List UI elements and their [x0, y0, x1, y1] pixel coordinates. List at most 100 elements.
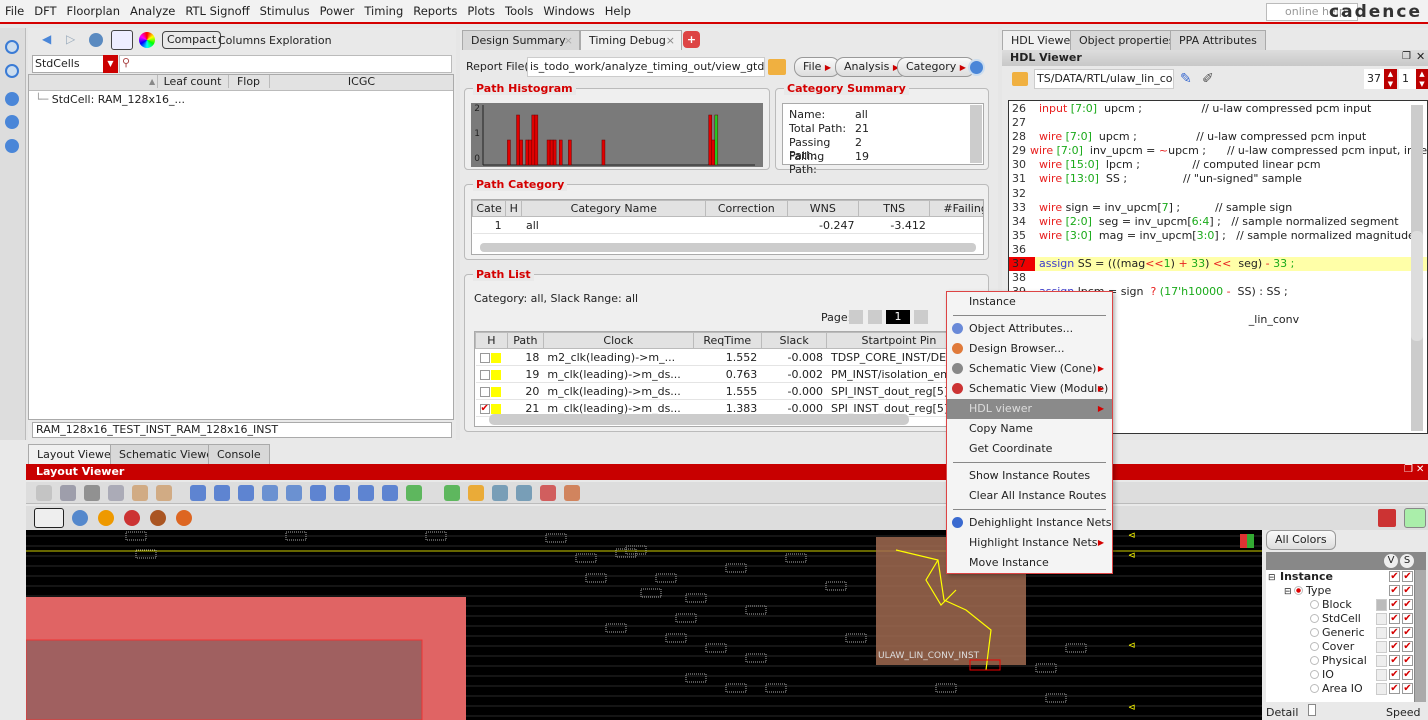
selectable-checkbox[interactable]: ✔ — [1402, 585, 1413, 596]
horizontal-scrollbar[interactable] — [480, 243, 976, 252]
highlight-icon[interactable] — [176, 510, 192, 526]
color-swatch[interactable] — [1376, 641, 1387, 653]
color-swatch[interactable] — [1376, 669, 1387, 681]
legend-item-type[interactable]: ⊟ Type ✔ ✔ — [1266, 584, 1414, 598]
table-row[interactable]: 1 all -0.247 -3.412 — [472, 216, 983, 234]
code-line[interactable]: 36 — [1009, 243, 1427, 257]
export-icon[interactable] — [108, 485, 124, 501]
code-line[interactable]: 33 wire sign = inv_upcm[7] ; // sample si… — [1009, 201, 1427, 215]
visible-checkbox[interactable]: ✔ — [1389, 655, 1400, 666]
highlight-cell[interactable] — [475, 365, 508, 383]
row-checkbox[interactable]: ✔ — [479, 403, 490, 414]
line-number[interactable]: 34 — [1009, 215, 1035, 229]
line-number[interactable]: 27 — [1009, 116, 1035, 130]
menu-reports[interactable]: Reports — [408, 4, 462, 18]
code-line[interactable]: 34 wire [2:0] seg = inv_upcm[6:4] ; // sa… — [1009, 215, 1427, 229]
radio-button[interactable] — [1310, 670, 1319, 679]
code-line[interactable]: 32 — [1009, 187, 1427, 201]
add-icon[interactable] — [5, 139, 19, 153]
code-line[interactable]: 30 wire [15:0] lpcm ; // computed linear … — [1009, 158, 1427, 172]
all-colors-button[interactable]: All Colors — [1266, 530, 1336, 550]
tree-item[interactable]: └─ StdCell: RAM_128x16_... — [35, 93, 185, 106]
selectable-checkbox[interactable]: ✔ — [1402, 599, 1413, 610]
io-pin-icon[interactable]: ⊲ — [1128, 641, 1136, 651]
clear-icon[interactable] — [540, 485, 556, 501]
selectable-checkbox[interactable]: ✔ — [1402, 683, 1413, 694]
histogram-bar[interactable] — [601, 139, 606, 166]
next-page-icon[interactable] — [914, 310, 928, 324]
ruler-icon[interactable] — [492, 485, 508, 501]
context-menu-item-hdl-viewer[interactable]: HDL viewer ▶ — [947, 399, 1112, 419]
report-file-input[interactable]: is_todo_work/analyze_timing_out/view_gtd… — [527, 57, 765, 77]
visible-column-button[interactable]: V — [1384, 554, 1398, 568]
context-menu-item-schematic-view-module[interactable]: Schematic View (Module) ▶ — [947, 379, 1112, 399]
column-header[interactable]: WNS — [786, 200, 859, 217]
radio-button[interactable] — [1310, 656, 1319, 665]
view-mode-icon[interactable] — [111, 30, 133, 50]
context-menu-item-dehighlight-instance-nets[interactable]: Dehighlight Instance Nets — [947, 513, 1112, 533]
code-line[interactable]: 28 wire [7:0] upcm ; // u-law compressed … — [1009, 130, 1427, 144]
column-header[interactable]: #Failing P — [929, 200, 983, 217]
columns-button[interactable]: Columns — [218, 34, 266, 47]
line-number[interactable]: 36 — [1009, 243, 1035, 257]
line-number[interactable]: 30 — [1009, 158, 1035, 172]
menu-timing[interactable]: Timing — [359, 4, 408, 18]
highlight-color-swatch[interactable] — [490, 352, 501, 363]
code-line[interactable]: 26 input [7:0] upcm ; // u-law compressed… — [1009, 102, 1427, 116]
prev-page-icon[interactable] — [868, 310, 882, 324]
context-menu-item-highlight-instance-nets[interactable]: Highlight Instance Nets ▶ — [947, 533, 1112, 553]
new-icon[interactable] — [36, 485, 52, 501]
radio-button[interactable] — [1310, 642, 1319, 651]
selectable-checkbox[interactable]: ✔ — [1402, 641, 1413, 652]
histogram-bar[interactable] — [519, 139, 523, 166]
line-number-input[interactable]: 37 — [1364, 69, 1384, 89]
first-page-icon[interactable] — [849, 310, 863, 324]
layer-split-icon[interactable] — [1404, 508, 1426, 528]
code-line[interactable]: 31 wire [13:0] SS ; // "un-signed" sample — [1009, 172, 1427, 186]
close-icon[interactable]: ✕ — [1416, 50, 1425, 63]
io-pin-icon[interactable]: ⊲ — [1128, 531, 1136, 541]
highlight-color-swatch[interactable] — [490, 403, 501, 414]
scrollbar[interactable] — [970, 105, 982, 163]
legend-item-cover[interactable]: Cover ✔ ✔ — [1266, 640, 1414, 654]
highlight-cell[interactable] — [475, 348, 508, 366]
close-icon[interactable]: ✕ — [1416, 464, 1424, 475]
histogram-bar[interactable] — [711, 139, 715, 166]
histogram-bar[interactable] — [531, 114, 536, 166]
histogram-bar[interactable] — [708, 114, 712, 166]
column-header[interactable]: Slack — [760, 332, 828, 349]
palette-icon[interactable] — [1240, 534, 1254, 548]
move-icon[interactable] — [214, 485, 230, 501]
line-number[interactable]: 26 — [1009, 102, 1035, 116]
color-wheel-icon[interactable] — [139, 32, 155, 48]
code-line[interactable]: 38 — [1009, 271, 1427, 285]
dropdown-arrow-icon[interactable]: ▼ — [103, 55, 118, 73]
context-menu-item-copy-name[interactable]: Copy Name — [947, 419, 1112, 439]
zoom-out-icon[interactable] — [310, 485, 326, 501]
stop-icon[interactable] — [444, 485, 460, 501]
legend-item-generic[interactable]: Generic ✔ ✔ — [1266, 626, 1414, 640]
row-checkbox[interactable] — [479, 386, 490, 397]
table-row[interactable]: 20 m_clk(leading)->m_ds... 1.555 -0.000 SPI_… — [475, 382, 985, 400]
legend-item-area-io[interactable]: Area IO ✔ ✔ — [1266, 682, 1414, 696]
highlight-cell[interactable] — [475, 382, 508, 400]
histogram-bar[interactable] — [714, 114, 719, 166]
grid-icon[interactable] — [468, 485, 484, 501]
visible-checkbox[interactable]: ✔ — [1389, 599, 1400, 610]
code-line[interactable]: 35 wire [3:0] mag = inv_upcm[3:0] ; // sa… — [1009, 229, 1427, 243]
legend-item-instance[interactable]: ⊟ Instance ✔ ✔ — [1266, 570, 1414, 584]
nav-forward-icon[interactable]: ▷ — [66, 32, 75, 46]
search-input[interactable]: ⚲ — [119, 55, 452, 73]
add-tab-button[interactable]: + — [683, 31, 700, 48]
legend-item-physical[interactable]: Physical ✔ ✔ — [1266, 654, 1414, 668]
radio-button[interactable] — [1310, 684, 1319, 693]
zoom-in-icon[interactable] — [5, 40, 19, 54]
nav-back-icon[interactable]: ◀ — [42, 32, 51, 46]
column-number-input[interactable]: 1 — [1399, 69, 1417, 89]
flight-icon[interactable] — [516, 485, 532, 501]
line-number[interactable]: 29 — [1009, 144, 1026, 158]
route-icon[interactable] — [238, 485, 254, 501]
color-swatch[interactable] — [1376, 599, 1387, 611]
menu-help[interactable]: Help — [600, 4, 636, 18]
open-folder-icon[interactable] — [768, 59, 786, 75]
